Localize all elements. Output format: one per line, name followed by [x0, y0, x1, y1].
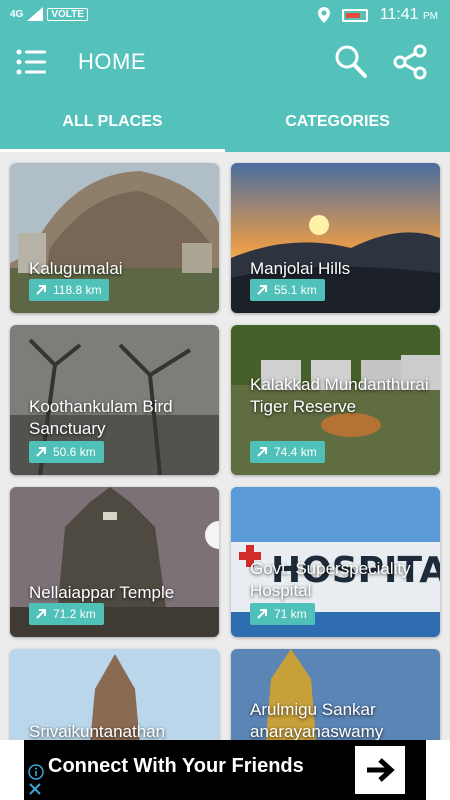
- place-name: Nellaiappar Temple: [29, 583, 175, 602]
- arrow-up-right-icon: [36, 609, 46, 619]
- distance-badge: 50.6 km: [29, 441, 104, 463]
- distance-badge: 71.2 km: [29, 603, 104, 625]
- tab-bar: ALL PLACES CATEGORIES: [0, 94, 450, 152]
- ad-headline: Connect With Your Friends: [48, 755, 304, 777]
- place-card-kalugumalai[interactable]: Kalugumalai 118.8 km: [10, 163, 219, 313]
- distance-badge: 118.8 km: [29, 279, 110, 301]
- clock: 11:41 PM: [379, 6, 438, 23]
- place-name: Govt. Superspeciality Hospital: [250, 559, 411, 600]
- close-icon[interactable]: [28, 782, 42, 796]
- ad-cta-button[interactable]: [355, 746, 405, 794]
- place-card-koothankulam[interactable]: Koothankulam Bird Sanctuary 50.6 km: [10, 325, 219, 475]
- info-icon[interactable]: [28, 764, 44, 780]
- signal-icon: [27, 7, 44, 21]
- place-name: Arulmigu Sankar anarayanaswamy: [250, 700, 384, 740]
- distance-badge: 74.4 km: [250, 441, 325, 463]
- share-icon[interactable]: [392, 44, 428, 80]
- place-name: Manjolai Hills: [250, 259, 351, 278]
- place-card-srivaikuntanathan[interactable]: Srivaikuntanathan: [10, 649, 219, 740]
- app-bar: HOME: [0, 30, 450, 94]
- ad-banner[interactable]: Connect With Your Friends: [0, 740, 450, 800]
- arrow-right-icon: [367, 758, 395, 782]
- place-card-nellaiappar[interactable]: Nellaiappar Temple 71.2 km: [10, 487, 219, 637]
- volte-badge: VOLTE: [47, 7, 88, 21]
- arrow-up-right-icon: [36, 447, 46, 457]
- tab-categories[interactable]: CATEGORIES: [225, 94, 450, 152]
- arrow-up-right-icon: [257, 285, 267, 295]
- place-card-manjolai-hills[interactable]: Manjolai Hills 55.1 km: [231, 163, 440, 313]
- place-card-hospital[interactable]: HOSPITA Govt. Superspeciality Hospital 7…: [231, 487, 440, 637]
- place-name: Kalugumalai: [29, 259, 123, 278]
- place-card-kalakkad[interactable]: Kalakkad Mundanthurai Tiger Reserve 74.4…: [231, 325, 440, 475]
- place-card-arulmigu[interactable]: Arulmigu Sankar anarayanaswamy: [231, 649, 440, 740]
- tab-all-places[interactable]: ALL PLACES: [0, 94, 225, 152]
- battery-icon: [341, 8, 368, 22]
- place-name: Srivaikuntanathan: [29, 722, 166, 740]
- places-grid: Kalugumalai 118.8 km Manjolai Hills 55.1…: [0, 152, 450, 740]
- network-type: 4G: [10, 8, 24, 20]
- status-bar: 4G VOLTE 11:41 PM: [0, 0, 450, 30]
- page-title: HOME: [78, 49, 146, 74]
- arrow-up-right-icon: [257, 609, 267, 619]
- list-menu-icon[interactable]: [16, 48, 46, 76]
- distance-badge: 71 km: [250, 603, 315, 625]
- search-icon[interactable]: [334, 44, 368, 80]
- location-icon: [317, 7, 330, 23]
- place-name: Koothankulam Bird Sanctuary: [29, 397, 173, 438]
- distance-badge: 55.1 km: [250, 279, 325, 301]
- arrow-up-right-icon: [257, 447, 267, 457]
- place-name: Kalakkad Mundanthurai Tiger Reserve: [250, 375, 429, 416]
- arrow-up-right-icon: [36, 285, 46, 295]
